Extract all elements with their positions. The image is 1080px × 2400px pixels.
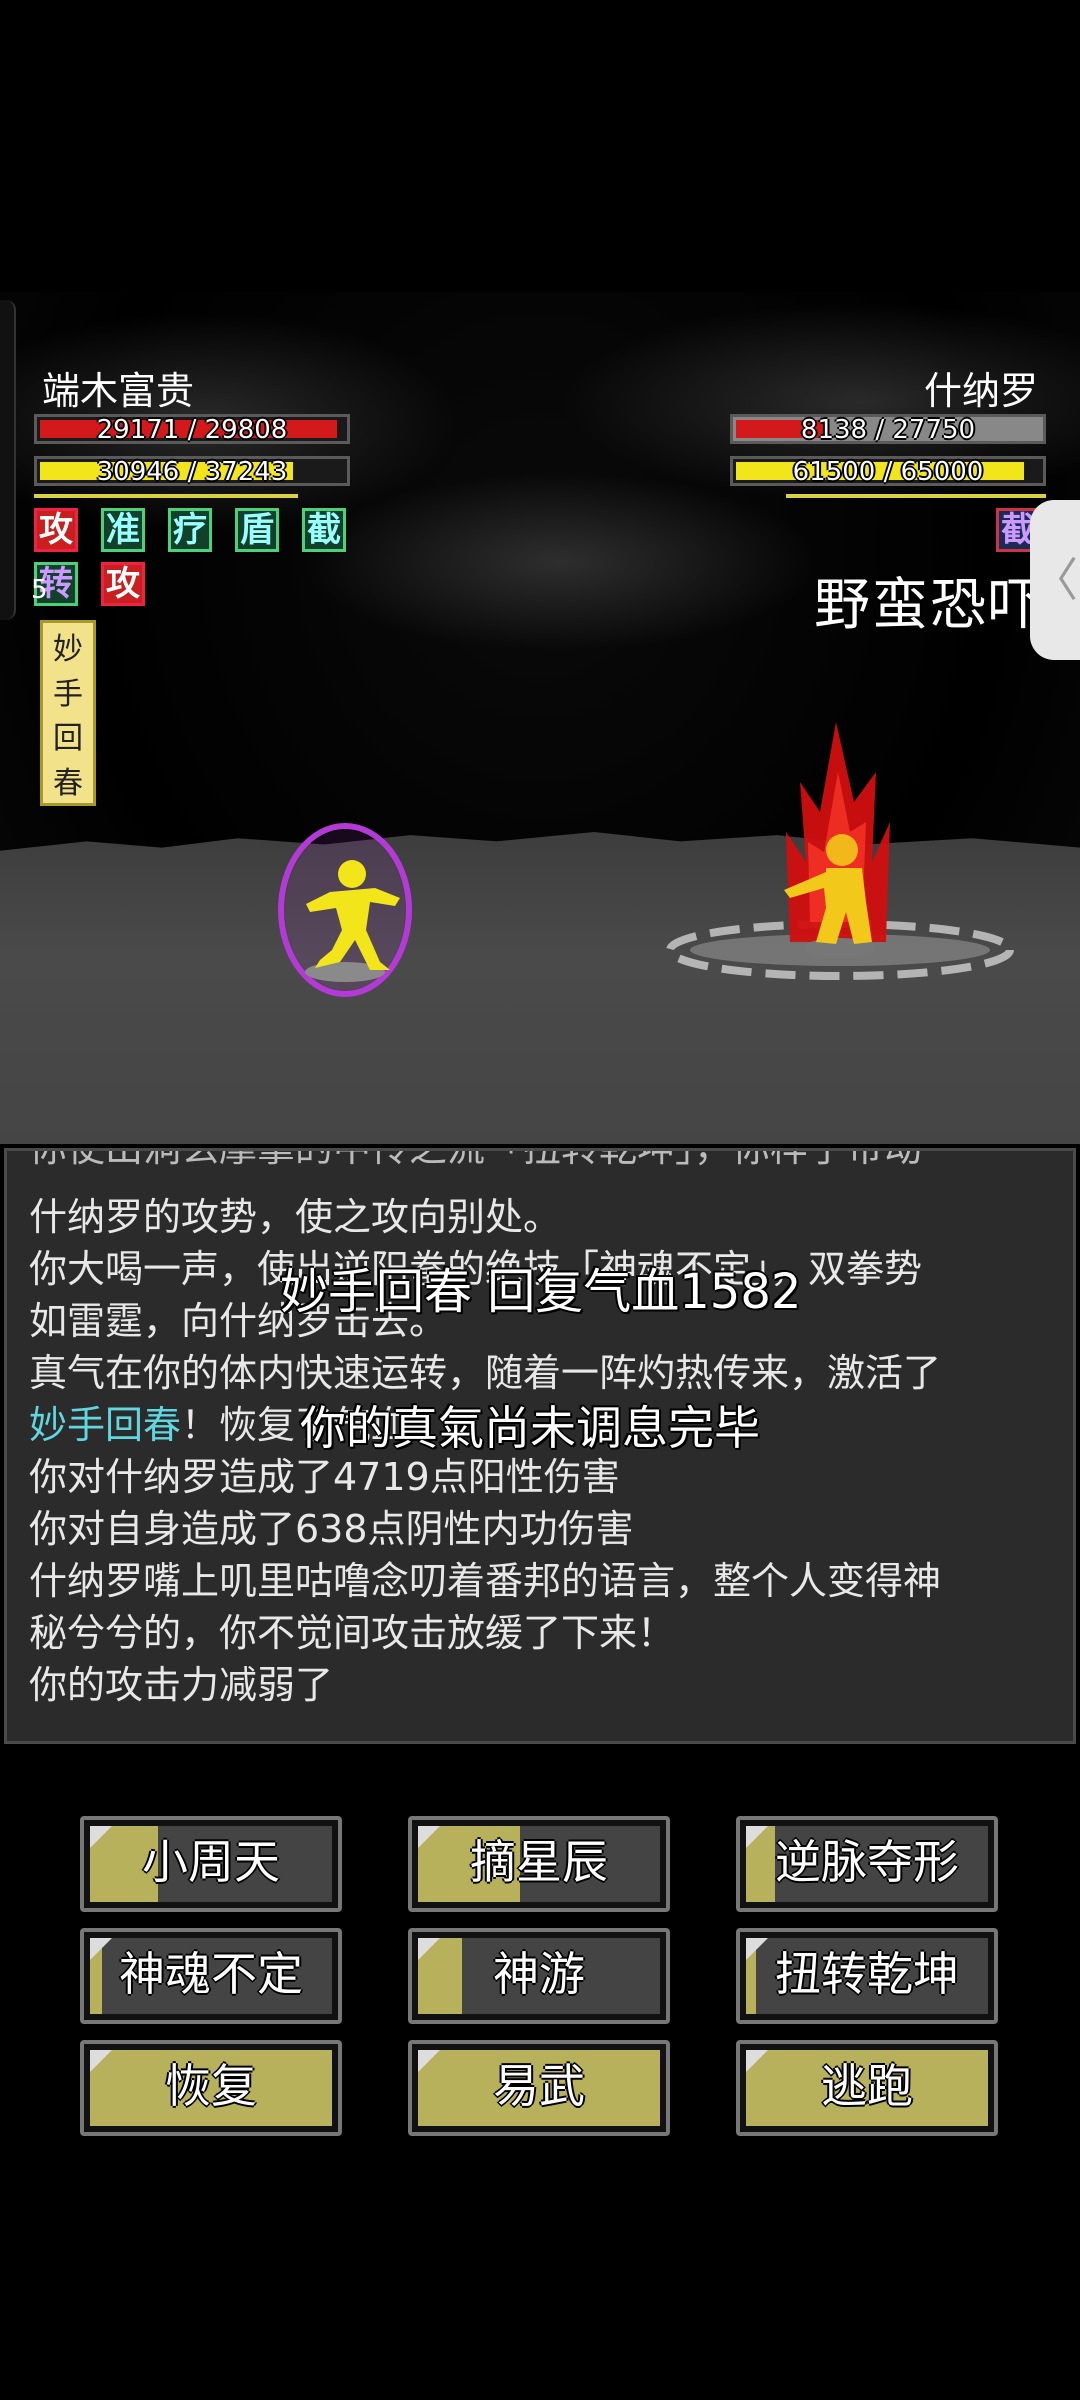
log-line: 你对自身造成了638点阴性内功伤害: [29, 1507, 634, 1551]
enemy-qi-bar: 61500 / 65000: [730, 456, 1046, 487]
skill-tag-char: 手: [53, 676, 83, 712]
log-line-cut: 你使出洞玄摩掌的中传之流「扭转乾坤」，你样了带动: [29, 1148, 923, 1170]
skill-tag-char: 回: [53, 721, 83, 757]
chevron-left-icon: 〈: [1032, 553, 1078, 607]
log-skill-highlight: 妙手回春: [29, 1403, 182, 1447]
button-label: 神魂不定: [119, 1947, 303, 2001]
switch-weapon-button[interactable]: 易武: [408, 2040, 670, 2136]
skill-buttons-panel: 小周天 摘星辰 逆脉夺形 神魂不定 神游 扭转乾坤 恢复 易武 逃跑: [0, 1744, 1080, 2214]
skill-button-shenhunbuding[interactable]: 神魂不定: [80, 1928, 342, 2024]
skill-button-zhaixingchen[interactable]: 摘星辰: [408, 1816, 670, 1912]
button-label: 扭转乾坤: [775, 1947, 959, 2001]
buff-heal[interactable]: 疗: [168, 508, 212, 552]
button-label: 神游: [493, 1947, 585, 2001]
player-qi-text: 30946 / 37243: [96, 457, 288, 487]
skill-tag-char: 春: [53, 766, 83, 802]
game-screen: 端木富贵 29171 / 29808 30946 / 37243 攻 准 疗 盾…: [0, 0, 1080, 2400]
player-hp-text: 29171 / 29808: [96, 415, 288, 445]
recover-button[interactable]: 恢复: [80, 2040, 342, 2136]
enemy-hp-bar: 8138 / 27750: [730, 414, 1046, 445]
button-label: 逆脉夺形: [775, 1835, 959, 1889]
skill-button-niuzhuanqiankun[interactable]: 扭转乾坤: [736, 1928, 998, 2024]
log-line: 什纳罗嘴上叽里咕噜念叨着番邦的语言，整个人变得神: [29, 1559, 942, 1603]
skill-button-xiaozhoutian[interactable]: 小周天: [80, 1816, 342, 1912]
floating-notice-text: 你的真氣尚未调息完毕: [300, 1401, 760, 1455]
buff-attack-2[interactable]: 攻: [101, 562, 145, 606]
buff-transfer[interactable]: 转 5: [31, 562, 78, 606]
enemy-qi-text: 61500 / 65000: [792, 457, 984, 487]
player-character: [278, 823, 412, 997]
left-drawer-handle[interactable]: [0, 300, 16, 620]
active-skill-tag: 妙 手 回 春: [40, 620, 96, 806]
enemy-move-name: 野蛮恐吓: [814, 573, 1046, 638]
button-label: 摘星辰: [470, 1835, 608, 1889]
log-line: 你的攻击力减弱了: [29, 1663, 334, 1707]
log-line: 秘兮兮的，你不觉间攻击放缓了下来！: [29, 1611, 676, 1655]
side-panel-tab[interactable]: 〈: [1030, 500, 1080, 660]
enemy-name: 什纳罗: [923, 369, 1038, 413]
buff-intercept[interactable]: 截: [302, 508, 346, 552]
player-hp-bar: 29171 / 29808: [34, 414, 350, 445]
button-label: 小周天: [142, 1835, 280, 1889]
log-line: 什纳罗的攻势，使之攻向别处。: [29, 1195, 562, 1239]
skill-button-shenyou[interactable]: 神游: [408, 1928, 670, 2024]
button-label: 逃跑: [821, 2059, 913, 2113]
enemy-underline: [786, 494, 1046, 498]
button-label: 恢复: [165, 2059, 257, 2113]
player-qi-bar: 30946 / 37243: [34, 456, 350, 487]
button-label: 易武: [493, 2059, 585, 2113]
buff-shield[interactable]: 盾: [235, 508, 279, 552]
enemy-hp-text: 8138 / 27750: [800, 415, 976, 445]
buff-attack[interactable]: 攻: [34, 508, 78, 552]
log-line: 你对什纳罗造成了4719点阳性伤害: [29, 1455, 620, 1499]
buff-count: 5: [31, 575, 48, 605]
skill-button-nimaiduoxing[interactable]: 逆脉夺形: [736, 1816, 998, 1912]
skill-tag-char: 妙: [53, 631, 83, 667]
player-underline: [34, 494, 298, 498]
floating-heal-text: 妙手回春 回复气血1582: [280, 1264, 802, 1320]
buff-accuracy[interactable]: 准: [101, 508, 145, 552]
flee-button[interactable]: 逃跑: [736, 2040, 998, 2136]
enemy-character: [666, 722, 1014, 980]
player-name: 端木富贵: [42, 369, 195, 413]
